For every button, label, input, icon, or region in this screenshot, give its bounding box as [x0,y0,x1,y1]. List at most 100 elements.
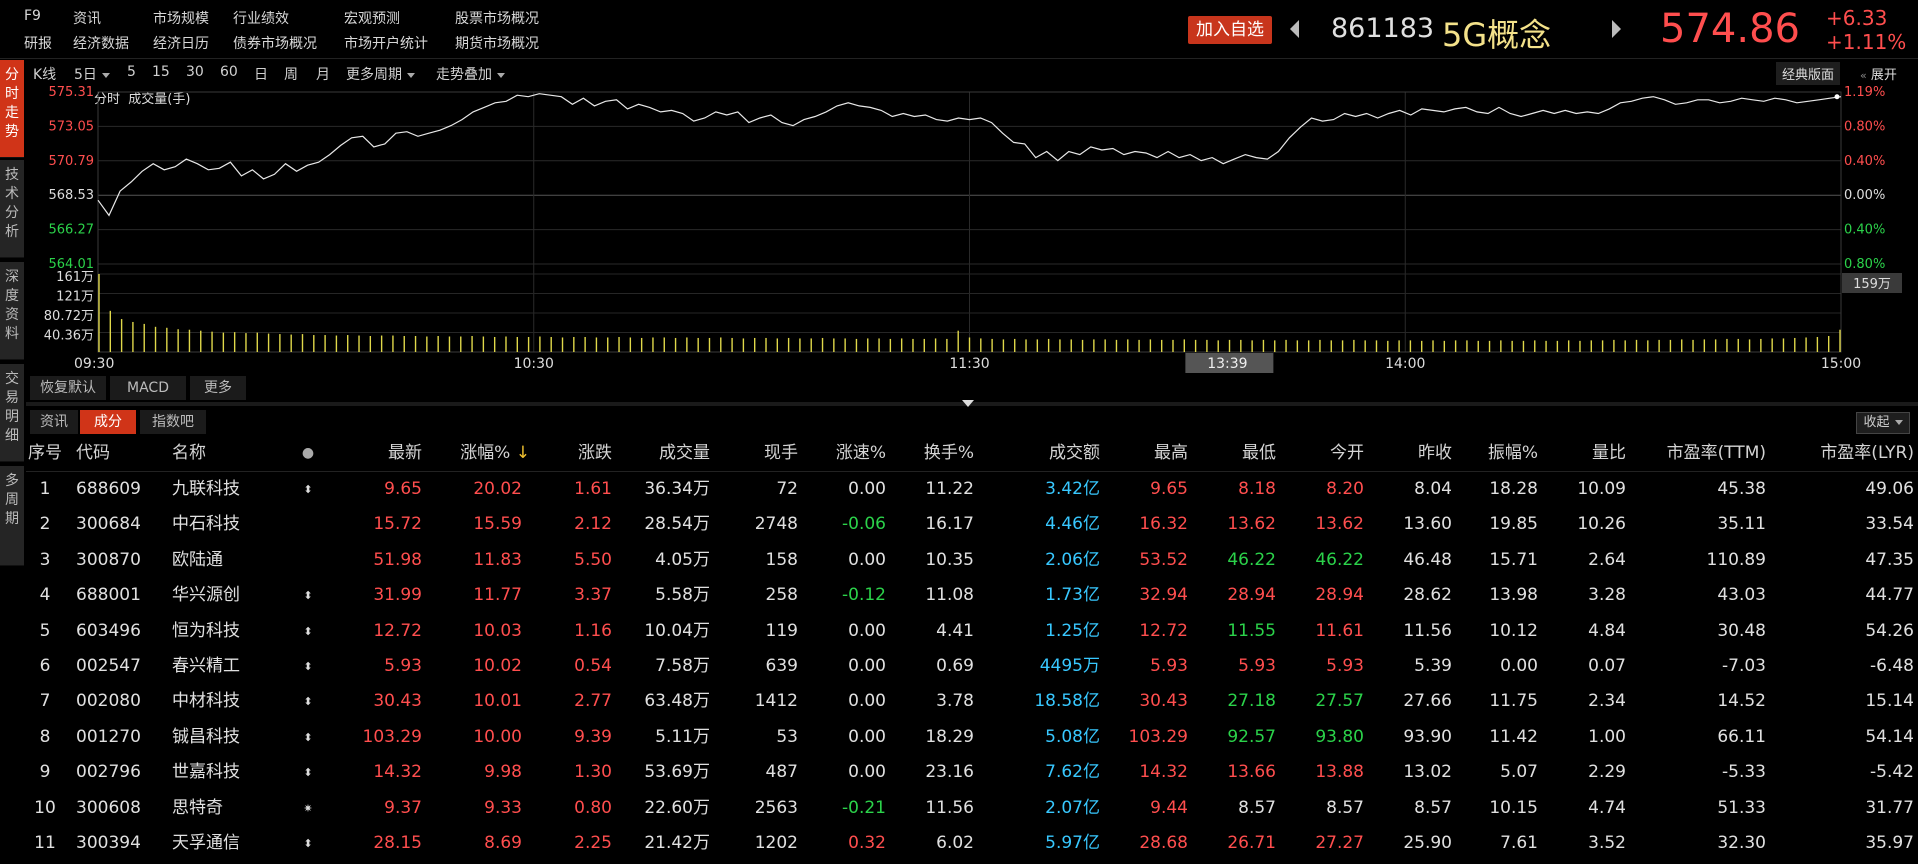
menu-f9[interactable]: F9 [24,8,41,24]
column-header[interactable]: 成交量 [659,436,710,471]
cell-turn: 18.29 [925,726,974,747]
cell-mark: ⬍ [303,730,313,744]
intraday-chart[interactable]: 575.31573.05570.79568.53566.27564.011.19… [26,84,1918,376]
column-header[interactable]: 最新 [388,436,422,471]
table-row[interactable]: 10 300608 思特奇 ✷ 9.37 9.33 0.80 22.60万 2563 -0.21 1… [26,791,1918,826]
column-header[interactable]: 换手% [924,436,974,471]
collapse-arrow-icon[interactable] [962,400,974,407]
table-row[interactable]: 4 688001 华兴源创 ⬍ 31.99 11.77 3.37 5.58万 258 -0.12 1… [26,578,1918,613]
column-header[interactable]: 量比 [1592,436,1626,471]
prev-arrow-icon[interactable] [1290,20,1299,38]
toolbar-30min[interactable]: 30 [186,64,204,80]
cell-last: 103.29 [362,726,422,747]
menu-stock-market-overview[interactable]: 股票市场概况 [455,8,539,28]
column-header[interactable]: 名称 [172,436,206,471]
toolbar-overlay[interactable]: 走势叠加 [436,64,505,84]
toolbar-5day[interactable]: 5日 [74,64,110,84]
vtab-multi-period[interactable]: 多周期 [0,466,24,566]
menu-economic-data[interactable]: 经济数据 [73,33,129,53]
vtab-trade-detail[interactable]: 交易明细 [0,364,24,462]
reset-default-button[interactable]: 恢复默认 [30,376,106,400]
cell-hand: 2563 [754,797,798,818]
add-to-watchlist-button[interactable]: 加入自选 [1188,16,1272,44]
column-header[interactable]: 市盈率(LYR) [1820,436,1914,471]
menu-economic-calendar[interactable]: 经济日历 [153,33,209,53]
more-indicators-button[interactable]: 更多 [190,376,246,400]
cell-pe-lyr: -6.48 [1870,656,1914,676]
vtab-intraday[interactable]: 分时走势 [0,60,24,158]
cell-mark: ⬍ [303,660,313,673]
vtab-technical[interactable]: 技术分析 [0,160,24,258]
tab-index-forum[interactable]: 指数吧 [140,410,206,434]
tab-news[interactable]: 资讯 [30,410,78,434]
menu-research[interactable]: 研报 [24,33,52,53]
cell-turn: 4.41 [936,620,974,641]
column-header[interactable]: 最高 [1154,436,1188,471]
tab-components[interactable]: 成分 [80,410,136,434]
cursor-time-label: 13:39 [1207,356,1247,372]
toolbar-15min[interactable]: 15 [152,64,170,80]
toolbar-month[interactable]: 月 [316,64,330,84]
menu-bond-market-overview[interactable]: 债券市场概况 [233,33,317,53]
classic-layout-button[interactable]: 经典版面 [1776,62,1841,85]
column-header[interactable]: 序号 [28,436,62,471]
table-row[interactable]: 8 001270 铖昌科技 ⬍ 103.29 10.00 9.39 5.11万 53 0.00 18… [26,720,1918,755]
cell-turn: 0.69 [936,656,974,676]
column-header[interactable]: 涨跌 [578,436,612,471]
cell-mark: ⬍ [303,624,313,638]
cell-amp: 5.07 [1500,762,1538,783]
column-header[interactable]: ● [288,436,328,471]
table-row[interactable]: 9 002796 世嘉科技 ⬍ 14.32 9.98 1.30 53.69万 487 0.00 23… [26,755,1918,790]
table-row[interactable]: 2 300684 中石科技 15.72 15.59 2.12 28.54万 2748 -0.06… [26,507,1918,542]
cell-pe-ttm: -7.03 [1722,656,1766,676]
column-header[interactable]: 涨幅% ↓ [460,436,530,471]
toolbar-5min[interactable]: 5 [127,64,136,80]
cell-amp: 13.98 [1489,585,1538,606]
column-header[interactable]: 涨速% [836,436,886,471]
sort-desc-icon: ↓ [510,443,530,463]
cell-high: 12.72 [1139,620,1188,641]
cell-vol: 5.58万 [655,585,710,606]
column-header[interactable]: 成交额 [1049,436,1100,471]
cell-speed: 0.00 [848,549,886,570]
toolbar-kline[interactable]: K线 [33,64,56,84]
cell-no: 4 [39,585,51,606]
cell-amt: 5.97亿 [1045,833,1100,853]
cell-chg: 1.30 [574,762,612,783]
column-header[interactable]: 现手 [764,436,798,471]
column-header[interactable]: 昨收 [1418,436,1452,471]
menu-news[interactable]: 资讯 [73,8,101,28]
menu-futures-market-overview[interactable]: 期货市场概况 [455,33,539,53]
cell-amt: 3.42亿 [1045,479,1100,499]
expand-button[interactable]: « 展开 [1856,62,1901,85]
cell-vol: 63.48万 [644,691,710,712]
table-row[interactable]: 6 002547 春兴精工 ⬍ 5.93 10.02 0.54 7.58万 639 0.00 0.6… [26,649,1918,684]
collapse-select[interactable]: 收起 [1856,412,1910,434]
cell-pe-lyr: 31.77 [1865,797,1914,818]
menu-macro-forecast[interactable]: 宏观预测 [344,8,400,28]
column-header[interactable]: 今开 [1330,436,1364,471]
cell-no: 3 [39,549,51,570]
table-row[interactable]: 3 300870 欧陆通 51.98 11.83 5.50 4.05万 158 0.00 10.3… [26,543,1918,578]
cell-last: 28.15 [373,833,422,853]
cell-high: 9.44 [1150,797,1188,818]
toolbar-more-periods[interactable]: 更多周期 [346,64,415,84]
menu-account-stats[interactable]: 市场开户统计 [344,33,428,53]
menu-market-size[interactable]: 市场规模 [153,8,209,28]
next-arrow-icon[interactable] [1612,20,1621,38]
table-row[interactable]: 7 002080 中材科技 ⬍ 30.43 10.01 2.77 63.48万 1412 0.00… [26,684,1918,719]
vtab-depth[interactable]: 深度资料 [0,262,24,360]
column-header[interactable]: 市盈率(TTM) [1667,436,1766,471]
table-row[interactable]: 5 603496 恒为科技 ⬍ 12.72 10.03 1.16 10.04万 119 0.00 4… [26,614,1918,649]
cell-open: 28.94 [1315,585,1364,606]
table-row[interactable]: 11 300394 天孚通信 ⬍ 28.15 8.69 2.25 21.42万 1202 0.32… [26,826,1918,861]
column-header[interactable]: 代码 [76,436,110,471]
column-header[interactable]: 振幅% [1488,436,1538,471]
toolbar-60min[interactable]: 60 [220,64,238,80]
toolbar-day[interactable]: 日 [254,64,268,84]
column-header[interactable]: 最低 [1242,436,1276,471]
toolbar-week[interactable]: 周 [284,64,298,84]
menu-industry-performance[interactable]: 行业绩效 [233,8,289,28]
table-row[interactable]: 1 688609 九联科技 ⬍ 9.65 20.02 1.61 36.34万 72 0.00 11.… [26,472,1918,507]
macd-button[interactable]: MACD [110,376,186,400]
